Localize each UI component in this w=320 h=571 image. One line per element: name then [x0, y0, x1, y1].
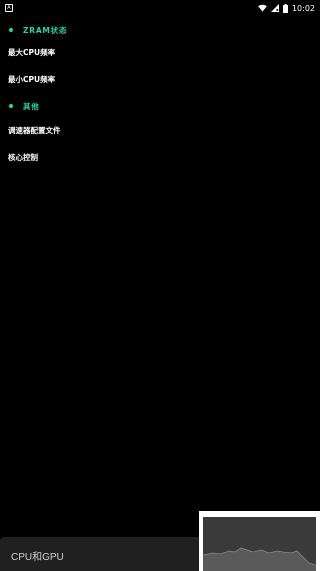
bottom-bar-label[interactable]: CPU和GPU	[11, 548, 64, 563]
monitor-graph-svg	[203, 517, 316, 571]
menu-item-max-cpu-freq[interactable]: 最大CPU频率	[8, 45, 308, 59]
section-bullet-icon	[9, 28, 13, 32]
status-bar: A 10:02	[0, 0, 320, 16]
menu-item-min-cpu-freq[interactable]: 最小CPU频率	[8, 72, 308, 86]
status-right: 10:02	[258, 3, 320, 13]
menu-item-core-control[interactable]: 核心控制	[8, 150, 308, 164]
menu-item-governor-profile[interactable]: 调速器配置文件	[8, 123, 308, 137]
status-left: A	[0, 4, 13, 12]
section-header-zram: ZRAM状态	[0, 23, 67, 37]
section-bullet-icon	[9, 104, 13, 108]
app-screen: A 10:02 ZRAM状态 最大CPU频率 最小CPU频率 其他 调速器配置文…	[0, 0, 320, 571]
monitor-graph	[203, 517, 316, 571]
signal-icon	[270, 4, 279, 12]
floating-monitor-widget[interactable]	[199, 511, 320, 571]
status-time: 10:02	[291, 3, 315, 13]
wifi-icon	[258, 4, 267, 12]
section-title: 其他	[23, 101, 40, 111]
section-header-other: 其他	[0, 99, 40, 113]
battery-icon	[282, 3, 288, 13]
section-title: ZRAM状态	[23, 25, 68, 35]
notification-icon: A	[5, 4, 13, 12]
